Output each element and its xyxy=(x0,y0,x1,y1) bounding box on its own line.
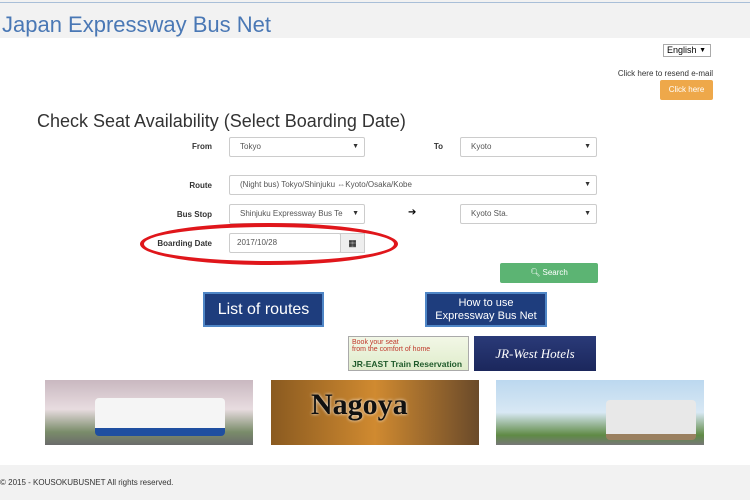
jr-east-line1: Book your seat xyxy=(352,339,399,346)
bus-stop-to-value: Kyoto Sta. xyxy=(471,209,508,218)
how-to-use-banner[interactable]: How to use Expressway Bus Net xyxy=(425,292,547,327)
jr-west-hotels-banner[interactable]: JR-West Hotels xyxy=(474,336,596,371)
dropdown-arrow-icon: ▼ xyxy=(584,181,591,188)
jr-east-title: JR-EAST Train Reservation xyxy=(352,359,463,369)
resend-email-text: Click here to resend e-mail xyxy=(617,69,713,78)
bus-stop-from-value: Shinjuku Expressway Bus Te xyxy=(240,209,343,218)
page-heading: Check Seat Availability (Select Boarding… xyxy=(37,111,406,131)
arrow-right-icon: ➔ xyxy=(408,207,417,218)
main-content: English ▼ Click here to resend e-mail Cli… xyxy=(0,38,750,465)
bus-stop-label: Bus Stop xyxy=(176,210,212,219)
bus-photo-banner-2[interactable] xyxy=(496,380,704,445)
footer-copyright: © 2015 - KOUSOKUBUSNET All rights reserv… xyxy=(0,478,174,487)
from-value: Tokyo xyxy=(240,142,261,151)
bus-photo-banner-1[interactable] xyxy=(45,380,253,445)
language-value: English xyxy=(667,45,697,55)
language-select[interactable]: English ▼ xyxy=(663,44,711,57)
to-label: To xyxy=(433,142,443,151)
nagoya-logo: Nagoya xyxy=(311,388,408,421)
from-label: From xyxy=(192,142,212,151)
route-value: (Night bus) Tokyo/Shinjuku ⇔Kyoto/Osaka/… xyxy=(240,180,412,189)
search-label: Search xyxy=(542,268,568,277)
to-value: Kyoto xyxy=(471,142,492,151)
bus-image xyxy=(95,398,225,436)
highlight-ellipse xyxy=(140,223,398,265)
dropdown-arrow-icon: ▼ xyxy=(352,210,359,217)
jr-east-banner[interactable]: Book your seat from the comfort of home JR… xyxy=(348,336,469,371)
dropdown-arrow-icon: ▼ xyxy=(584,143,591,150)
nagoya-banner[interactable]: Nagoya xyxy=(271,380,479,445)
top-border xyxy=(0,2,750,3)
how-to-use-line2: Expressway Bus Net xyxy=(435,310,537,322)
bus-image xyxy=(606,400,696,440)
how-to-use-line1: How to use xyxy=(458,297,514,309)
list-of-routes-banner[interactable]: List of routes xyxy=(203,292,324,327)
dropdown-arrow-icon: ▼ xyxy=(352,143,359,150)
from-select[interactable]: Tokyo ▼ xyxy=(229,137,365,157)
bus-stop-to-select[interactable]: Kyoto Sta. ▼ xyxy=(460,204,597,224)
route-select[interactable]: (Night bus) Tokyo/Shinjuku ⇔Kyoto/Osaka/… xyxy=(229,175,597,195)
dropdown-arrow-icon: ▼ xyxy=(699,47,706,54)
dropdown-arrow-icon: ▼ xyxy=(584,210,591,217)
to-select[interactable]: Kyoto ▼ xyxy=(460,137,597,157)
search-button[interactable]: 🔍︎ Search xyxy=(500,263,598,283)
resend-email-button[interactable]: Click here xyxy=(660,80,713,100)
bus-stop-from-select[interactable]: Shinjuku Expressway Bus Te ▼ xyxy=(229,204,365,224)
search-icon: 🔍︎ xyxy=(530,268,541,277)
site-title[interactable]: Japan Expressway Bus Net xyxy=(2,12,271,38)
jr-east-line2: from the comfort of home xyxy=(352,346,431,353)
route-label: Route xyxy=(189,181,212,190)
